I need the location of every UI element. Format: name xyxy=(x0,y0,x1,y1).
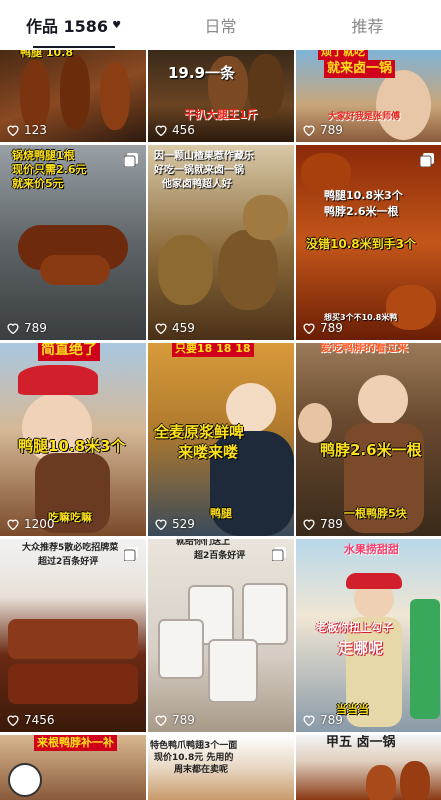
video-thumbnail[interactable]: 特色鸭爪鸭翅3个一面 现价10.8元 先用的 周末都在卖呢 xyxy=(148,735,294,800)
tab-daily-label: 日常 xyxy=(204,17,237,36)
video-thumbnail[interactable]: 来根鸭脖补一补 xyxy=(0,735,146,800)
video-caption: 烦了就吃 xyxy=(318,50,368,60)
video-caption: 就来卤一锅 xyxy=(324,60,396,79)
video-caption: 没错10.8米到手3个 xyxy=(306,237,416,251)
tab-works-label: 作品 1586 xyxy=(25,17,109,36)
video-caption: 鸭脖2.6米一根 xyxy=(324,205,399,218)
video-thumbnail[interactable]: 爱吃鸭脖的看过来 鸭脖2.6米一根 一根鸭脖5块 789 xyxy=(296,343,441,536)
video-caption: 大家好我是张师傅 xyxy=(328,112,401,122)
like-count: 7456 xyxy=(6,713,55,727)
video-thumbnail[interactable]: 锅烧鸭腿1根 现价只需2.6元 就来价5元 789 xyxy=(0,145,146,340)
like-count: 789 xyxy=(302,517,343,531)
video-caption: 简直绝了 xyxy=(38,343,100,361)
video-caption: 就给你们送上 xyxy=(176,539,231,547)
video-caption: 鸭腿 10.8 xyxy=(20,50,73,59)
video-thumbnail[interactable]: 甲五 卤一锅 xyxy=(296,735,441,800)
video-thumbnail[interactable]: 19.9一条 干扒大腿王1斤 456 xyxy=(148,50,294,142)
video-caption: 鸭腿10.8米3个 xyxy=(324,189,403,202)
video-caption: 19.9一条 xyxy=(168,64,236,82)
heart-outline-icon xyxy=(155,715,167,726)
like-count: 1200 xyxy=(6,517,55,531)
heart-outline-icon xyxy=(303,323,315,334)
video-caption: 好吃一锅就来卤一锅 xyxy=(154,165,244,176)
heart-outline-icon xyxy=(155,519,167,530)
tab-recommend-label: 推荐 xyxy=(351,17,384,36)
video-caption: 现价10.8元 先用的 xyxy=(154,753,234,763)
like-count: 456 xyxy=(154,123,195,137)
video-caption: 大众推荐5散必吃招牌菜 xyxy=(22,543,119,553)
tab-works[interactable]: 作品 1586 ♥ xyxy=(0,0,147,50)
heart-outline-icon xyxy=(7,519,19,530)
video-caption: 甲五 卤一锅 xyxy=(326,735,396,750)
profile-tabs: 作品 1586 ♥ 日常 推荐 xyxy=(0,0,441,50)
heart-outline-icon xyxy=(303,125,315,136)
active-tab-indicator xyxy=(32,46,115,48)
heart-outline-icon xyxy=(7,125,19,136)
video-thumbnail[interactable]: 鸭腿 10.8 123 xyxy=(0,50,146,142)
video-thumbnail[interactable]: 烦了就吃 就来卤一锅 大家好我是张师傅 789 xyxy=(296,50,441,142)
video-caption: 老板你扭上勾子 xyxy=(316,621,393,634)
video-caption: 走哪呢 xyxy=(338,639,384,657)
multi-image-icon xyxy=(124,153,138,167)
video-caption: 超2百条好评 xyxy=(194,551,246,561)
video-grid: 鸭腿 10.8 123 19.9一条 干扒大腿王1斤 456 烦了就吃 就来卤一… xyxy=(0,50,441,800)
video-caption: 现价只需2.6元 xyxy=(12,163,87,176)
video-caption: 周末都在卖呢 xyxy=(174,765,229,775)
heart-outline-icon xyxy=(7,715,19,726)
multi-image-icon xyxy=(420,153,434,167)
video-caption: 特色鸭爪鸭翅3个一面 xyxy=(150,741,238,751)
video-caption: 全麦原浆鲜啤 xyxy=(154,423,245,441)
video-caption: 超过2百条好评 xyxy=(38,557,99,567)
video-caption: 鸭腿10.8米3个 xyxy=(18,437,126,455)
heart-filter-icon[interactable]: ♥ xyxy=(112,20,121,31)
video-caption: 鸭腿 xyxy=(210,507,232,520)
video-caption: 锅烧鸭腿1根 xyxy=(12,149,75,162)
video-caption: 来根鸭脖补一补 xyxy=(34,735,117,751)
tab-recommend[interactable]: 推荐 xyxy=(294,0,441,50)
heart-outline-icon xyxy=(155,125,167,136)
video-thumbnail[interactable]: 鸭腿10.8米3个 鸭脖2.6米一根 没错10.8米到手3个 想买3个不10.8… xyxy=(296,145,441,340)
like-count: 789 xyxy=(154,713,195,727)
video-caption: 就来价5元 xyxy=(12,177,64,190)
like-count: 123 xyxy=(6,123,47,137)
like-count: 529 xyxy=(154,517,195,531)
like-count: 459 xyxy=(154,321,195,335)
heart-outline-icon xyxy=(155,323,167,334)
video-thumbnail[interactable]: 就给你们送上 超2百条好评 789 xyxy=(148,539,294,732)
video-thumbnail[interactable]: 只要18 18 18 全麦原浆鲜啤 来喽来喽 鸭腿 529 xyxy=(148,343,294,536)
like-count: 789 xyxy=(302,713,343,727)
video-caption: 他家卤鸭超人好 xyxy=(162,179,232,190)
video-thumbnail[interactable]: 水果捞甜甜 老板你扭上勾子 走哪呢 当当当 789 xyxy=(296,539,441,732)
heart-outline-icon xyxy=(303,519,315,530)
like-count: 789 xyxy=(302,123,343,137)
heart-outline-icon xyxy=(7,323,19,334)
like-count: 789 xyxy=(302,321,343,335)
video-caption: 爱吃鸭脖的看过来 xyxy=(320,343,408,354)
video-thumbnail[interactable]: 因一颗山楂果惹作藏乐 好吃一锅就来卤一锅 他家卤鸭超人好 459 xyxy=(148,145,294,340)
multi-image-icon xyxy=(272,547,286,561)
video-caption: 因一颗山楂果惹作藏乐 xyxy=(154,151,254,162)
video-caption: 来喽来喽 xyxy=(178,443,239,461)
video-thumbnail[interactable]: 简直绝了 鸭腿10.8米3个 吃嘛吃嘛 1200 xyxy=(0,343,146,536)
like-count: 789 xyxy=(6,321,47,335)
heart-outline-icon xyxy=(303,715,315,726)
video-caption: 干扒大腿王1斤 xyxy=(184,108,258,121)
multi-image-icon xyxy=(124,547,138,561)
tab-daily[interactable]: 日常 xyxy=(147,0,294,50)
video-thumbnail[interactable]: 大众推荐5散必吃招牌菜 超过2百条好评 7456 xyxy=(0,539,146,732)
video-caption: 一根鸭脖5块 xyxy=(344,507,407,520)
video-caption: 鸭脖2.6米一根 xyxy=(320,441,422,459)
video-caption: 只要18 18 18 xyxy=(172,343,254,357)
video-caption: 水果捞甜甜 xyxy=(344,543,399,556)
